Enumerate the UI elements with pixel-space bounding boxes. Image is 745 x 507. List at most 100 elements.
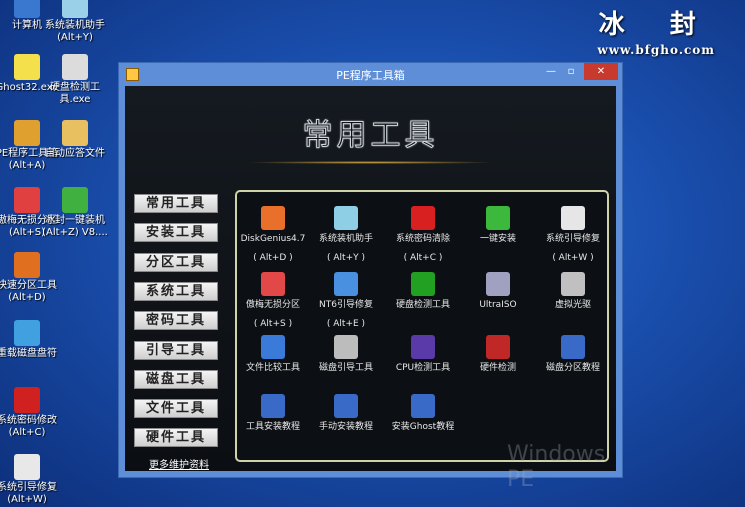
tool-label: 傲梅无损分区 — [245, 300, 300, 310]
tool-label: NT6引导修复 — [319, 300, 373, 310]
tool-label: 系统装机助手 — [318, 234, 373, 244]
sidebar-button-1[interactable]: 安装工具 — [134, 223, 218, 243]
computer-icon — [14, 0, 40, 18]
desktop-icon-one-key[interactable]: 冰封一键装机 (Alt+Z) V8.... — [40, 187, 110, 239]
password-clear-icon — [411, 206, 435, 230]
tool-hotkey: ( Alt+D ) — [253, 253, 293, 263]
desktop-icon-boot-repair[interactable]: 系统引导修复 (Alt+W) — [0, 454, 62, 506]
desktop-icon-fast-part[interactable]: 快速分区工具 (Alt+D) — [0, 252, 62, 304]
desktop-icon-sys-install[interactable]: 系统装机助手 (Alt+Y) — [40, 0, 110, 44]
tool-label: 虚拟光驱 — [554, 300, 591, 310]
lossless-partition-icon — [261, 272, 285, 296]
tool-partition-guide[interactable]: 磁盘分区教程 — [537, 335, 609, 374]
nt6-repair-icon — [334, 272, 358, 296]
tool-label: 硬件检测 — [479, 363, 516, 373]
tool-label: CPU检测工具 — [395, 363, 451, 373]
install-helper-icon — [334, 206, 358, 230]
cpu-check-icon — [411, 335, 435, 359]
tool-lossless-partition[interactable]: 傲梅无损分区 ( Alt+S ) — [237, 272, 309, 330]
tool-one-key-install[interactable]: 一键安装 — [462, 206, 534, 245]
ghost-guide-icon — [411, 394, 435, 418]
desktop-icon-label: 快速分区工具 (Alt+D) — [0, 280, 57, 303]
brand-url: www.bfgho.com — [597, 43, 715, 57]
disk-check-icon — [62, 54, 88, 80]
desktop-icon-label: 硬盘检测工 具.exe — [50, 82, 100, 105]
desktop-icon-label: 自动应答文件 — [45, 148, 105, 159]
tool-hotkey: ( Alt+W ) — [552, 253, 594, 263]
tool-label: 系统引导修复 — [545, 234, 600, 244]
disk-check-icon — [411, 272, 435, 296]
title-bar[interactable]: PE程序工具箱 — ▫ ✕ — [119, 63, 622, 84]
brand-name: 冰 封 — [598, 10, 714, 40]
pwd-change-icon — [14, 387, 40, 413]
sys-install-icon — [62, 0, 88, 18]
sidebar-button-2[interactable]: 分区工具 — [134, 252, 218, 272]
tool-ghost-guide[interactable]: 安装Ghost教程 — [387, 394, 459, 433]
tool-manual-guide[interactable]: 手动安装教程 — [310, 394, 382, 433]
one-key-install-icon — [486, 206, 510, 230]
manual-guide-icon — [334, 394, 358, 418]
hardware-64-icon — [486, 335, 510, 359]
sidebar-button-6[interactable]: 磁盘工具 — [134, 369, 218, 389]
tool-label: 磁盘引导工具 — [318, 363, 373, 373]
tool-hotkey: ( Alt+Y ) — [327, 253, 365, 263]
sidebar-button-5[interactable]: 引导工具 — [134, 340, 218, 360]
desktop-icon-label: 系统密码修改 (Alt+C) — [0, 415, 57, 438]
windows-pe-watermark: Windows PE — [507, 442, 606, 492]
virtual-drive-icon — [561, 272, 585, 296]
one-key-icon — [62, 187, 88, 213]
tool-label: 系统密码清除 — [395, 234, 450, 244]
tool-install-helper[interactable]: 系统装机助手 ( Alt+Y ) — [310, 206, 382, 264]
desktop-icon-disk-check[interactable]: 硬盘检测工 具.exe — [40, 54, 110, 106]
disk-boot-icon — [334, 335, 358, 359]
tool-disk-boot[interactable]: 磁盘引导工具 — [310, 335, 382, 374]
partition-guide-icon — [561, 335, 585, 359]
tool-file-compare[interactable]: 文件比较工具 — [237, 335, 309, 374]
close-button[interactable]: ✕ — [584, 63, 618, 80]
tool-label: 磁盘分区教程 — [545, 363, 600, 373]
tool-label: 文件比较工具 — [245, 363, 300, 373]
reload-disk-icon — [14, 320, 40, 346]
tool-password-clear[interactable]: 系统密码清除 ( Alt+C ) — [387, 206, 459, 264]
tool-disk-genius[interactable]: DiskGenius4.7 ( Alt+D ) — [237, 206, 309, 264]
tool-hardware-64[interactable]: 硬件检测 — [462, 335, 534, 374]
tool-ultraiso[interactable]: UltraISO — [462, 272, 534, 311]
tool-hotkey: ( Alt+S ) — [253, 319, 293, 329]
tool-boot-repair[interactable]: 系统引导修复 ( Alt+W ) — [537, 206, 609, 264]
disk-genius-icon — [261, 206, 285, 230]
desktop-icon-label: 冰封一键装机 (Alt+Z) V8.... — [42, 215, 108, 238]
file-compare-icon — [261, 335, 285, 359]
fast-part-icon — [14, 252, 40, 278]
sidebar-button-4[interactable]: 密码工具 — [134, 311, 218, 331]
minimize-button[interactable]: — — [542, 63, 560, 80]
tool-tool-guide[interactable]: 工具安装教程 — [237, 394, 309, 433]
desktop-icon-label: 系统引导修复 (Alt+W) — [0, 482, 57, 505]
page-heading: 常用工具 — [302, 118, 439, 154]
desktop-icon-label: 重载磁盘盘符 — [0, 348, 57, 359]
desktop-icon-label: 系统装机助手 (Alt+Y) — [45, 20, 105, 43]
sidebar-button-8[interactable]: 硬件工具 — [134, 428, 218, 448]
boot-repair-icon — [561, 206, 585, 230]
tool-label: 硬盘检测工具 — [395, 300, 450, 310]
desktop-icon-pwd-change[interactable]: 系统密码修改 (Alt+C) — [0, 387, 62, 439]
sidebar-button-7[interactable]: 文件工具 — [134, 399, 218, 419]
ghost32-icon — [14, 54, 40, 80]
desktop-icon-reload-disk[interactable]: 重载磁盘盘符 — [0, 320, 62, 360]
sidebar-button-3[interactable]: 系统工具 — [134, 281, 218, 301]
tool-label: 手动安装教程 — [318, 422, 373, 432]
tool-guide-icon — [261, 394, 285, 418]
tool-virtual-drive[interactable]: 虚拟光驱 — [537, 272, 609, 311]
more-resources-link[interactable]: 更多维护资料 — [149, 456, 209, 471]
tool-nt6-repair[interactable]: NT6引导修复 ( Alt+E ) — [310, 272, 382, 330]
desktop-icon-auto-answer[interactable]: 自动应答文件 — [40, 120, 110, 160]
tool-label: 一键安装 — [479, 234, 516, 244]
tool-cpu-check[interactable]: CPU检测工具 — [387, 335, 459, 374]
lossless-part-icon — [14, 187, 40, 213]
heading-underline — [245, 161, 495, 164]
auto-answer-icon — [62, 120, 88, 146]
tools-panel: Windows PE DiskGenius4.7 ( Alt+D ) 系统装机助手 (… — [235, 190, 609, 492]
sidebar-button-0[interactable]: 常用工具 — [134, 194, 218, 213]
maximize-button[interactable]: ▫ — [562, 63, 580, 80]
tool-disk-check[interactable]: 硬盘检测工具 — [387, 272, 459, 311]
tool-label: UltraISO — [479, 300, 517, 310]
